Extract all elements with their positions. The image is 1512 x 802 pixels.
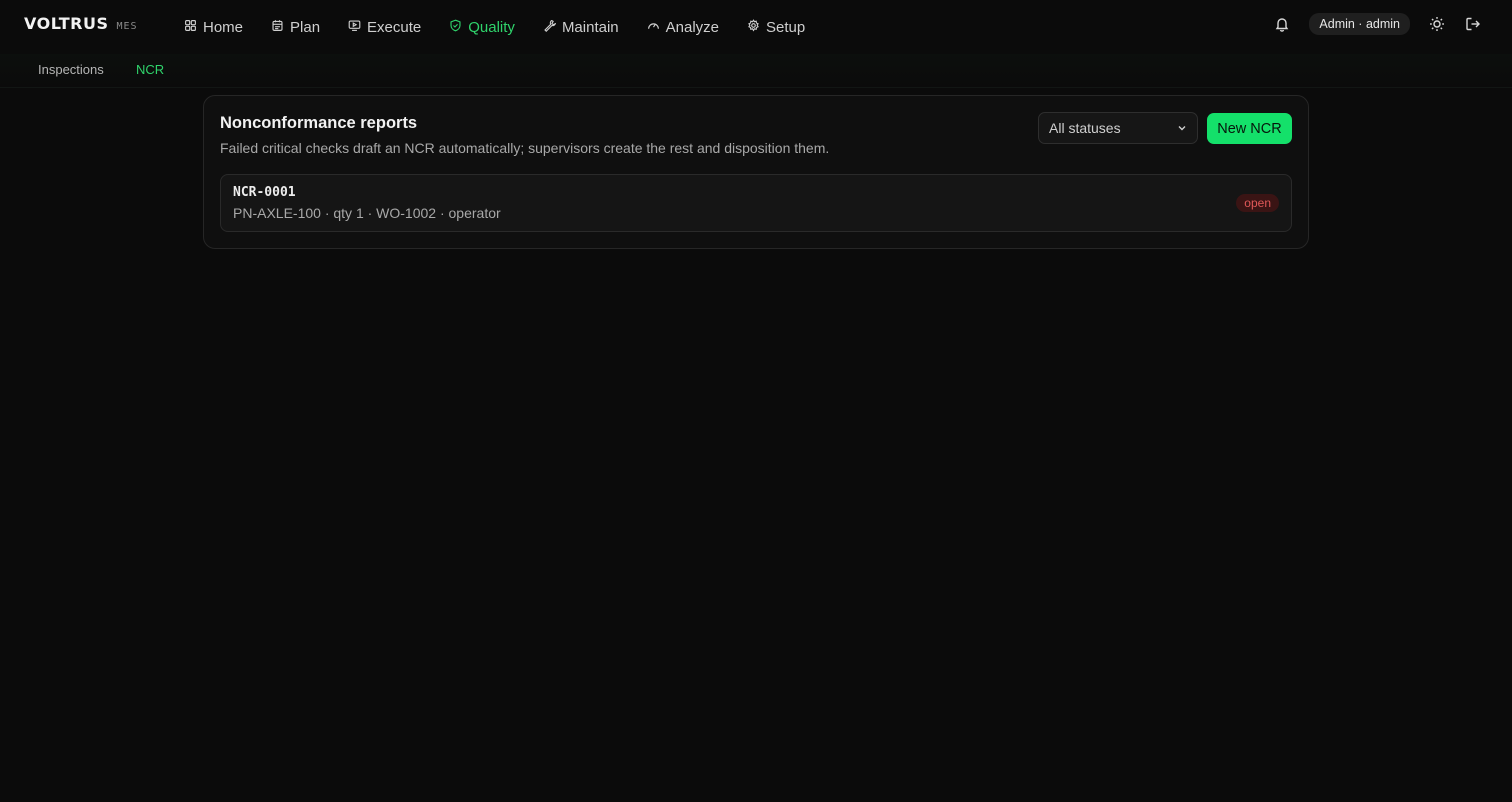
nav-quality-label: Quality — [468, 18, 515, 36]
nav-execute[interactable]: Execute — [334, 12, 435, 42]
nav-plan[interactable]: Plan — [257, 12, 334, 42]
nav-quality[interactable]: Quality — [435, 12, 529, 42]
user-menu[interactable]: Admin · admin — [1309, 13, 1410, 35]
nav-maintain[interactable]: Maintain — [529, 12, 633, 42]
brand-logo[interactable]: VOLTRUS MES — [24, 14, 138, 33]
nav-analyze-label: Analyze — [665, 18, 720, 36]
main-nav: Home Plan Execute Quality Maintain Analy… — [170, 12, 819, 42]
logout-icon[interactable] — [1464, 15, 1482, 33]
nav-maintain-label: Maintain — [561, 18, 619, 36]
play-screen-icon — [348, 19, 361, 36]
nav-plan-label: Plan — [290, 18, 321, 36]
chevron-down-icon — [1178, 126, 1186, 131]
quality-subnav: Inspections NCR — [0, 54, 1512, 88]
status-badge: open — [1236, 194, 1279, 212]
sun-icon[interactable] — [1428, 15, 1446, 33]
status-filter-select[interactable]: All statuses — [1038, 112, 1198, 144]
grid-icon — [184, 19, 197, 36]
wrench-icon — [543, 19, 557, 36]
nav-home[interactable]: Home — [170, 12, 257, 42]
status-filter-value: All statuses — [1049, 120, 1121, 136]
calendar-icon — [271, 19, 284, 36]
ncr-meta: PN-AXLE-100 · qty 1 · WO-1002 · operator — [233, 205, 501, 221]
shield-check-icon — [449, 19, 462, 36]
brand-subtitle: MES — [116, 21, 138, 32]
page-title: Nonconformance reports — [220, 114, 418, 132]
nav-execute-label: Execute — [367, 18, 422, 36]
top-bar: VOLTRUS MES Home Plan Execute Quality Ma… — [0, 0, 1512, 54]
list-item[interactable]: NCR-0001 PN-AXLE-100 · qty 1 · WO-1002 ·… — [220, 174, 1292, 232]
nav-home-label: Home — [203, 18, 244, 36]
nav-analyze[interactable]: Analyze — [633, 12, 733, 42]
brand-name: VOLTRUS — [24, 14, 109, 33]
user-label: Admin · admin — [1319, 17, 1400, 31]
tab-inspections[interactable]: Inspections — [38, 62, 104, 77]
nav-setup-label: Setup — [766, 18, 806, 36]
gauge-icon — [647, 19, 660, 36]
tab-ncr[interactable]: NCR — [136, 62, 164, 77]
gear-icon — [747, 18, 760, 36]
ncr-card: Nonconformance reports Failed critical c… — [203, 95, 1309, 249]
ncr-id: NCR-0001 — [233, 185, 296, 200]
header-tools: Admin · admin — [1273, 12, 1482, 36]
page-description: Failed critical checks draft an NCR auto… — [220, 140, 830, 156]
nav-setup[interactable]: Setup — [733, 12, 819, 42]
new-ncr-button[interactable]: New NCR — [1207, 113, 1292, 144]
bell-icon[interactable] — [1273, 15, 1291, 33]
